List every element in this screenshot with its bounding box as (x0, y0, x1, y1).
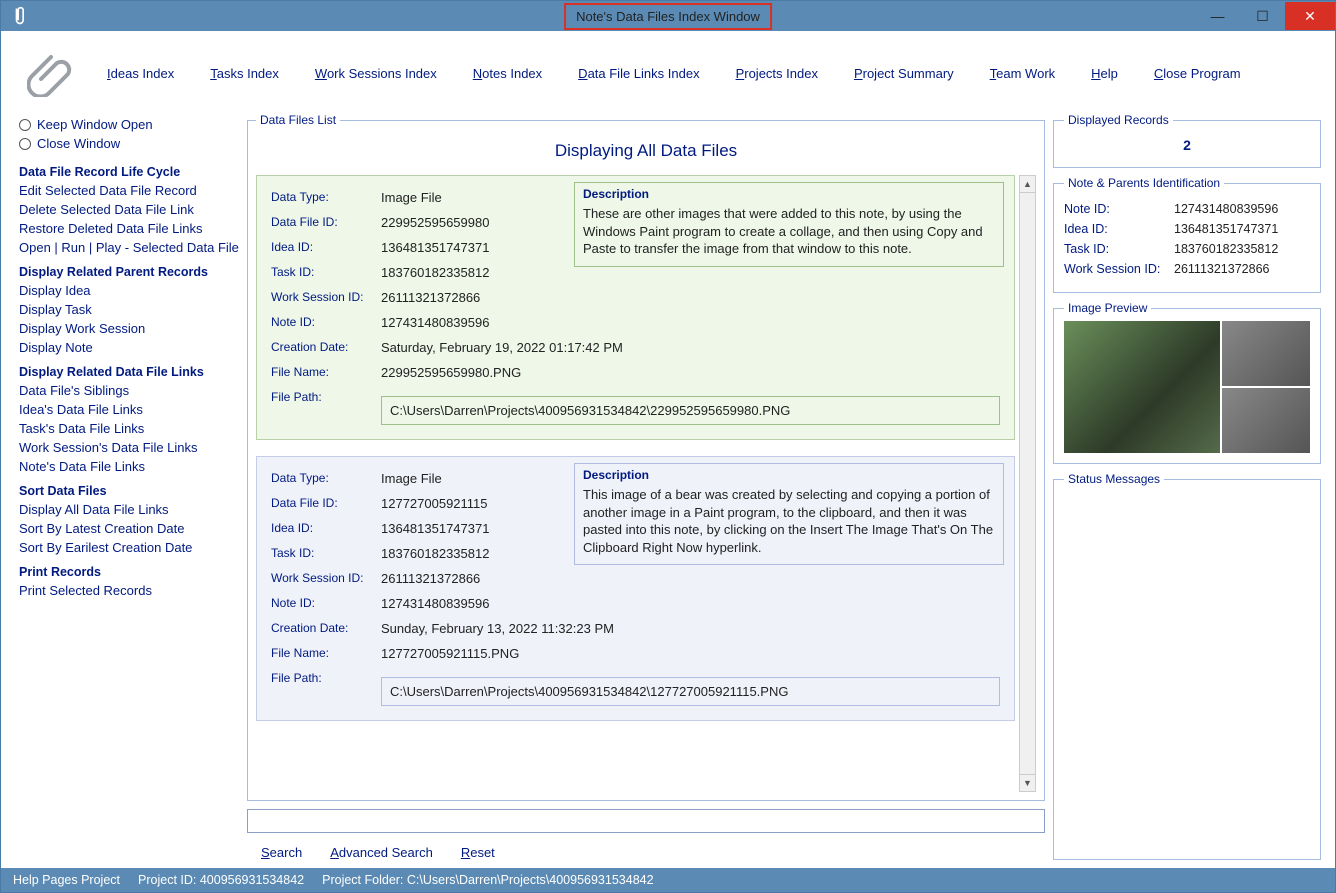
sidebar-head-sort: Sort Data Files (19, 484, 239, 498)
displayed-records-box: Displayed Records 2 (1053, 113, 1321, 168)
data-files-legend: Data Files List (256, 113, 340, 127)
status-help-project[interactable]: Help Pages Project (13, 873, 120, 887)
data-file-card[interactable]: Description These are other images that … (256, 175, 1015, 440)
description-box: Description This image of a bear was cre… (574, 463, 1004, 565)
preview-image[interactable] (1222, 388, 1310, 453)
body-row: Keep Window Open Close Window Data File … (7, 113, 1329, 868)
cards-container: Description These are other images that … (256, 175, 1019, 792)
scroll-down-icon[interactable]: ▼ (1020, 774, 1035, 791)
note-parents-id-box: Note & Parents Identification Note ID:12… (1053, 176, 1321, 293)
sidebar-sort-latest[interactable]: Sort By Latest Creation Date (19, 521, 239, 536)
advanced-search-link[interactable]: Advanced Search (330, 845, 433, 860)
menu-close-program[interactable]: Close Program (1154, 66, 1241, 81)
menu-notes-index[interactable]: Notes Index (473, 66, 542, 81)
sidebar-head-lifecycle: Data File Record Life Cycle (19, 165, 239, 179)
menu-team-work[interactable]: Team Work (990, 66, 1056, 81)
menu-help[interactable]: Help (1091, 66, 1118, 81)
menu-work-sessions-index[interactable]: Work Sessions Index (315, 66, 437, 81)
menu-ideas-index[interactable]: Ideas Index (107, 66, 174, 81)
right-column: Displayed Records 2 Note & Parents Ident… (1053, 113, 1321, 860)
sidebar-display-note[interactable]: Display Note (19, 340, 239, 355)
status-messages-box: Status Messages (1053, 472, 1321, 860)
menu-projects-index[interactable]: Projects Index (736, 66, 818, 81)
sidebar-siblings[interactable]: Data File's Siblings (19, 383, 239, 398)
sidebar-head-related-links: Display Related Data File Links (19, 365, 239, 379)
sidebar-edit-record[interactable]: Edit Selected Data File Record (19, 183, 239, 198)
status-project-id: Project ID: 400956931534842 (138, 873, 304, 887)
status-project-folder: Project Folder: C:\Users\Darren\Projects… (322, 873, 653, 887)
sidebar-display-work-session[interactable]: Display Work Session (19, 321, 239, 336)
menu-data-file-links-index[interactable]: Data File Links Index (578, 66, 699, 81)
sidebar-head-print: Print Records (19, 565, 239, 579)
sidebar-delete-link[interactable]: Delete Selected Data File Link (19, 202, 239, 217)
content-area: Ideas Index Tasks Index Work Sessions In… (1, 31, 1335, 868)
close-button[interactable]: ✕ (1285, 2, 1335, 30)
vertical-scrollbar[interactable]: ▲ ▼ (1019, 175, 1036, 792)
sidebar-display-idea[interactable]: Display Idea (19, 283, 239, 298)
file-path: C:\Users\Darren\Projects\400956931534842… (381, 396, 1000, 425)
sidebar-restore-links[interactable]: Restore Deleted Data File Links (19, 221, 239, 236)
file-path: C:\Users\Darren\Projects\400956931534842… (381, 677, 1000, 706)
search-input[interactable] (247, 809, 1045, 833)
description-text: This image of a bear was created by sele… (583, 486, 995, 556)
data-file-card[interactable]: Description This image of a bear was cre… (256, 456, 1015, 721)
app-window: Note's Data Files Index Window — ☐ ✕ Ide… (0, 0, 1336, 893)
preview-image[interactable] (1222, 321, 1310, 386)
sidebar-idea-links[interactable]: Idea's Data File Links (19, 402, 239, 417)
window-title: Note's Data Files Index Window (564, 3, 772, 30)
sidebar: Keep Window Open Close Window Data File … (19, 113, 239, 860)
menu-items: Ideas Index Tasks Index Work Sessions In… (107, 66, 1309, 81)
menubar: Ideas Index Tasks Index Work Sessions In… (7, 37, 1329, 113)
sidebar-ws-links[interactable]: Work Session's Data File Links (19, 440, 239, 455)
displayed-records-count: 2 (1064, 133, 1310, 157)
statusbar: Help Pages Project Project ID: 400956931… (1, 868, 1335, 892)
sidebar-display-all-links[interactable]: Display All Data File Links (19, 502, 239, 517)
data-files-list: Data Files List Displaying All Data File… (247, 113, 1045, 801)
radio-close-window[interactable]: Close Window (19, 136, 239, 151)
minimize-button[interactable]: — (1195, 2, 1240, 30)
description-text: These are other images that were added t… (583, 205, 995, 258)
paperclip-logo-icon (27, 49, 75, 97)
titlebar: Note's Data Files Index Window — ☐ ✕ (1, 1, 1335, 31)
sidebar-task-links[interactable]: Task's Data File Links (19, 421, 239, 436)
radio-keep-window-open[interactable]: Keep Window Open (19, 117, 239, 132)
preview-image[interactable] (1064, 321, 1220, 453)
window-controls: — ☐ ✕ (1195, 2, 1335, 30)
sidebar-head-parents: Display Related Parent Records (19, 265, 239, 279)
menu-tasks-index[interactable]: Tasks Index (210, 66, 279, 81)
menu-project-summary[interactable]: Project Summary (854, 66, 954, 81)
scroll-up-icon[interactable]: ▲ (1020, 176, 1035, 193)
list-title: Displaying All Data Files (256, 133, 1036, 175)
search-link[interactable]: Search (261, 845, 302, 860)
main-column: Data Files List Displaying All Data File… (247, 113, 1045, 860)
scroll-track[interactable] (1020, 193, 1035, 774)
description-box: Description These are other images that … (574, 182, 1004, 267)
app-icon (9, 6, 29, 26)
maximize-button[interactable]: ☐ (1240, 2, 1285, 30)
sidebar-open-run-play[interactable]: Open | Run | Play - Selected Data File (19, 240, 239, 255)
image-preview-box: Image Preview (1053, 301, 1321, 464)
sidebar-display-task[interactable]: Display Task (19, 302, 239, 317)
sidebar-note-links[interactable]: Note's Data File Links (19, 459, 239, 474)
sidebar-print-selected[interactable]: Print Selected Records (19, 583, 239, 598)
reset-link[interactable]: Reset (461, 845, 495, 860)
sidebar-sort-earliest[interactable]: Sort By Earilest Creation Date (19, 540, 239, 555)
